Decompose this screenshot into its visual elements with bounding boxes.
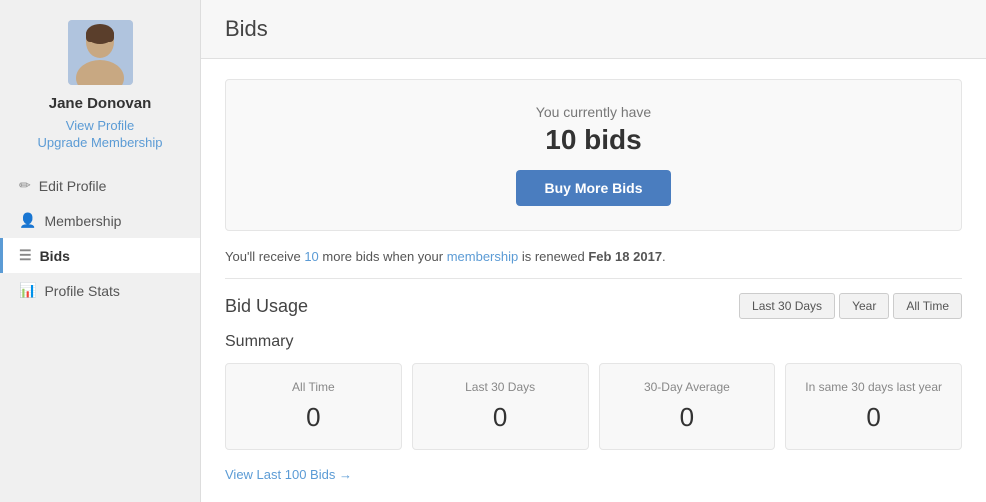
person-icon: 👤: [19, 212, 36, 229]
upgrade-membership-link[interactable]: Upgrade Membership: [37, 135, 162, 150]
bid-usage-header: Bid Usage Last 30 Days Year All Time: [225, 293, 962, 319]
bids-count: 10 bids: [250, 124, 937, 156]
page-title: Bids: [225, 16, 962, 42]
sidebar-item-label: Membership: [44, 213, 121, 229]
summary-card-same-30-last-year: In same 30 days last year 0: [785, 363, 962, 450]
edit-icon: ✏: [19, 177, 31, 194]
sidebar-item-bids[interactable]: ☰ Bids: [0, 238, 200, 273]
sidebar-links: View Profile Upgrade Membership: [37, 118, 162, 152]
sidebar-nav: ✏ Edit Profile 👤 Membership ☰ Bids 📊 Pro…: [0, 168, 200, 308]
summary-grid: All Time 0 Last 30 Days 0 30-Day Average…: [225, 363, 962, 450]
summary-card-all-time: All Time 0: [225, 363, 402, 450]
bids-subtitle: You currently have: [250, 104, 937, 120]
sidebar-item-profile-stats[interactable]: 📊 Profile Stats: [0, 273, 200, 308]
stats-icon: 📊: [19, 282, 36, 299]
renewal-membership: membership: [447, 249, 519, 264]
divider: [225, 278, 962, 279]
card-label-same-30-last-year: In same 30 days last year: [796, 380, 951, 394]
bids-card: You currently have 10 bids Buy More Bids: [225, 79, 962, 231]
summary-title: Summary: [225, 333, 962, 351]
sidebar-item-label: Edit Profile: [39, 178, 107, 194]
main-panel: Bids You currently have 10 bids Buy More…: [200, 0, 986, 502]
filter-last-30-days[interactable]: Last 30 Days: [739, 293, 835, 319]
avatar: [68, 20, 133, 85]
card-label-all-time: All Time: [236, 380, 391, 394]
renewal-count: 10: [304, 249, 318, 264]
bids-icon: ☰: [19, 247, 32, 264]
view-last-100-bids-link[interactable]: View Last 100 Bids →: [225, 467, 352, 482]
card-value-last-30: 0: [423, 402, 578, 433]
filter-buttons: Last 30 Days Year All Time: [739, 293, 962, 319]
sidebar-item-edit-profile[interactable]: ✏ Edit Profile: [0, 168, 200, 203]
summary-card-30-day-avg: 30-Day Average 0: [599, 363, 776, 450]
sidebar-item-label: Bids: [40, 248, 70, 264]
main-content: You currently have 10 bids Buy More Bids…: [201, 59, 986, 502]
filter-all-time[interactable]: All Time: [893, 293, 962, 319]
card-value-30-day-avg: 0: [610, 402, 765, 433]
sidebar-item-label: Profile Stats: [44, 283, 119, 299]
summary-card-last-30: Last 30 Days 0: [412, 363, 589, 450]
main-header: Bids: [201, 0, 986, 59]
card-label-30-day-avg: 30-Day Average: [610, 380, 765, 394]
card-value-all-time: 0: [236, 402, 391, 433]
sidebar: Jane Donovan View Profile Upgrade Member…: [0, 0, 200, 502]
bid-usage-title: Bid Usage: [225, 296, 308, 317]
renewal-notice: You'll receive 10 more bids when your me…: [225, 249, 962, 264]
card-label-last-30: Last 30 Days: [423, 380, 578, 394]
buy-more-bids-button[interactable]: Buy More Bids: [516, 170, 670, 206]
user-name: Jane Donovan: [49, 95, 152, 112]
sidebar-item-membership[interactable]: 👤 Membership: [0, 203, 200, 238]
renewal-date: Feb 18 2017: [588, 249, 662, 264]
card-value-same-30-last-year: 0: [796, 402, 951, 433]
view-profile-link[interactable]: View Profile: [37, 118, 162, 133]
filter-year[interactable]: Year: [839, 293, 889, 319]
